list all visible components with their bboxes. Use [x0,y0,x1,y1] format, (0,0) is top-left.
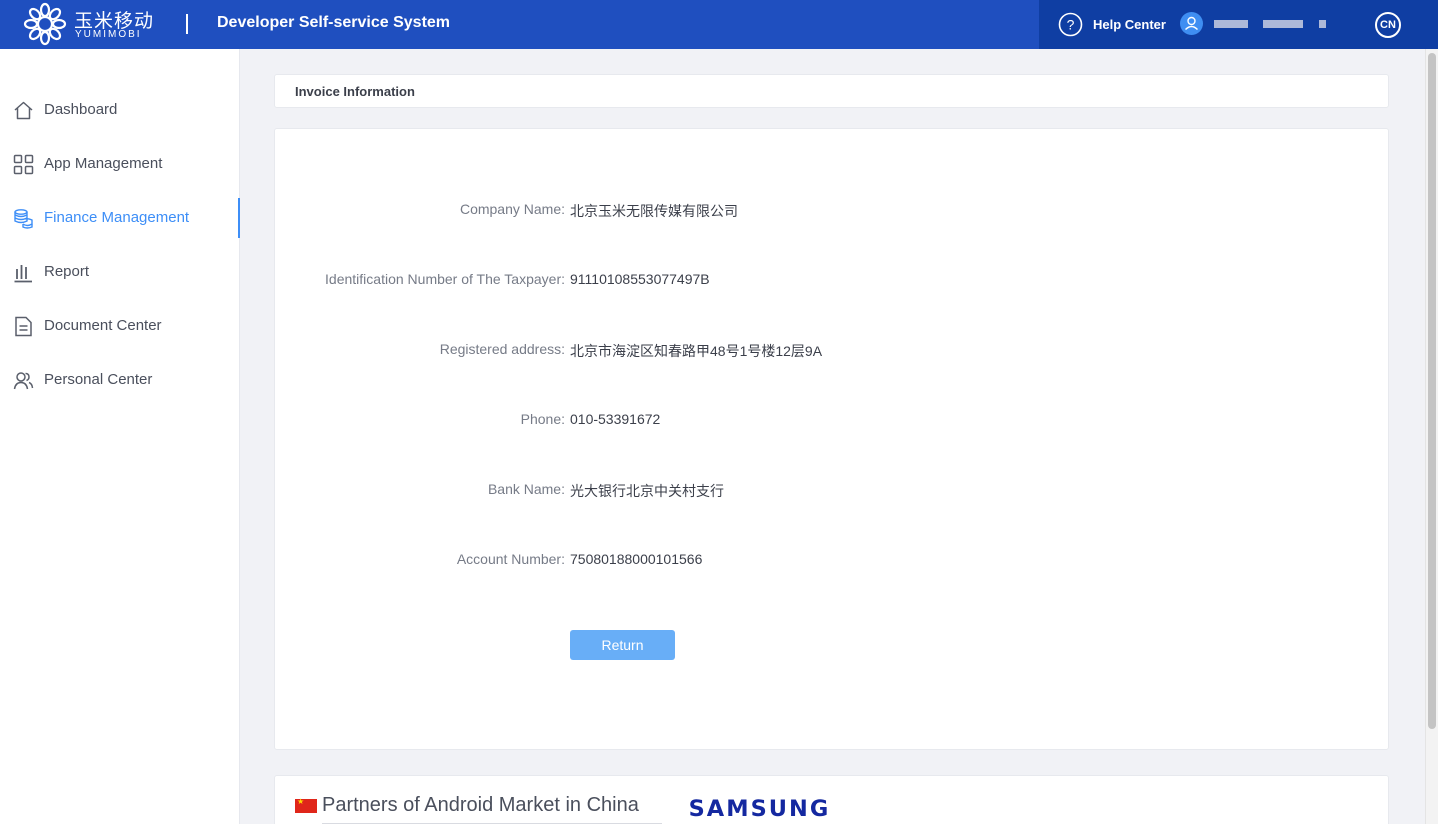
system-title: Developer Self-service System [217,14,451,31]
field-account-number: Account Number: 75080188000101566 [275,551,1390,571]
header-divider [186,14,188,34]
sidebar-item-personal-center[interactable]: Personal Center [0,360,240,400]
field-value: 010-53391672 [570,411,661,427]
help-icon[interactable]: ? [1058,12,1083,37]
bar-chart-icon [14,265,32,283]
user-avatar[interactable] [1180,12,1203,35]
sidebar-item-label: Dashboard [44,101,118,118]
field-registered-address: Registered address: 北京市海淀区知春路甲48号1号楼12层9… [275,341,1390,361]
field-value: 光大银行北京中关村支行 [570,483,724,499]
partners-panel: Partners of Android Market in China SAMS… [274,775,1389,824]
sidebar-item-finance-management[interactable]: Finance Management [0,198,240,238]
sidebar-item-label: Document Center [44,317,162,334]
top-header: 玉米移动 YUMIMOBI Developer Self-service Sys… [0,0,1438,49]
sidebar-item-label: App Management [44,155,163,172]
sidebar-item-dashboard[interactable]: Dashboard [0,90,240,130]
field-label: Phone: [520,411,565,427]
field-value: 北京市海淀区知春路甲48号1号楼12层9A [570,343,823,359]
field-label: Account Number: [456,551,565,567]
field-value: 75080188000101566 [570,551,703,567]
field-label: Identification Number of The Taxpayer: [325,271,565,287]
svg-text:?: ? [1067,17,1075,33]
field-company-name: Company Name: 北京玉米无限传媒有限公司 [275,201,1390,221]
sidebar-item-label: Personal Center [44,371,153,388]
invoice-panel: Company Name: 北京玉米无限传媒有限公司 Identificatio… [274,128,1389,750]
user-icon [1185,16,1198,31]
sidebar-item-app-management[interactable]: App Management [0,144,240,184]
field-taxpayer-id: Identification Number of The Taxpayer: 9… [275,271,1390,291]
users-icon [13,372,34,390]
field-value: 北京玉米无限传媒有限公司 [570,203,738,219]
samsung-logo[interactable]: SAMSUNG [689,797,831,822]
field-label: Bank Name: [487,481,565,497]
logo-text-en: YUMIMOBI [75,29,142,40]
sidebar-item-report[interactable]: Report [0,252,240,292]
help-center-link[interactable]: Help Center [1093,17,1166,32]
user-name-redacted[interactable] [1214,17,1326,31]
section-header: Invoice Information [274,74,1389,108]
sidebar-item-label: Finance Management [44,209,190,226]
partners-title: Partners of Android Market in China [322,794,639,816]
china-flag-icon [295,797,317,813]
coins-icon [14,209,33,229]
grid-icon [13,154,34,175]
sidebar-item-document-center[interactable]: Document Center [0,306,240,346]
yumimobi-logo-icon[interactable] [22,2,68,46]
scrollbar-thumb[interactable] [1428,53,1436,729]
field-label: Company Name: [459,201,565,217]
return-button[interactable]: Return [570,630,675,660]
page-scrollbar[interactable] [1425,49,1438,824]
language-switch-button[interactable]: CN [1375,12,1401,38]
home-icon [14,101,33,120]
field-bank-name: Bank Name: 光大银行北京中关村支行 [275,481,1390,501]
sidebar-item-label: Report [44,263,90,280]
field-label: Registered address: [439,341,565,357]
sidebar: Dashboard App Management Finance Managem… [0,49,240,824]
field-phone: Phone: 010-53391672 [275,411,1390,431]
document-icon [15,316,32,337]
section-title: Invoice Information [295,84,415,99]
field-value: 91110108553077497B [570,271,710,287]
